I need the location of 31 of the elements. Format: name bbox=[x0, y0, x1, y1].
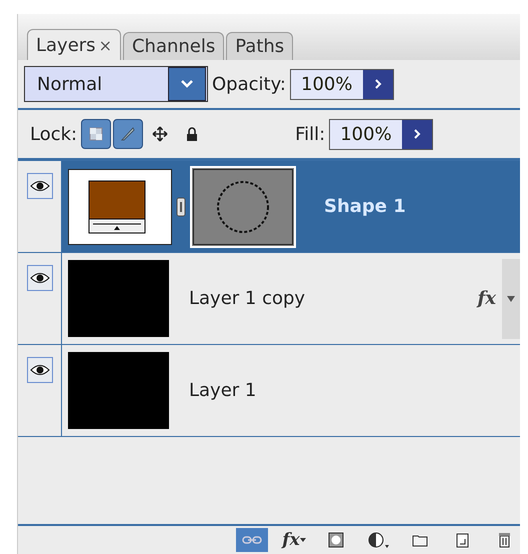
panel-tab[interactable]: Paths bbox=[226, 32, 294, 60]
layer-name: Layer 1 bbox=[189, 380, 256, 401]
brush-lock-button[interactable] bbox=[113, 119, 144, 149]
brush-icon bbox=[119, 125, 138, 143]
opacity-label: Opacity: bbox=[212, 74, 286, 94]
chain-icon[interactable] bbox=[176, 196, 186, 218]
opacity-field[interactable]: 100% bbox=[290, 68, 394, 100]
layer-name: Layer 1 copy bbox=[189, 288, 306, 309]
panel-tab[interactable]: Layers × bbox=[27, 29, 121, 60]
close-icon[interactable]: × bbox=[98, 36, 112, 54]
link-button[interactable] bbox=[236, 528, 268, 552]
blend-mode-dropdown[interactable]: Normal bbox=[24, 66, 208, 102]
eye-icon[interactable] bbox=[26, 357, 52, 383]
panel-tab[interactable]: Channels bbox=[122, 32, 224, 60]
fill-field[interactable]: 100% bbox=[329, 118, 434, 150]
lock-label: Lock: bbox=[30, 124, 78, 144]
layer-row[interactable]: Layer 1 copy fx bbox=[62, 253, 520, 344]
checker-lock-button[interactable] bbox=[81, 119, 112, 149]
effects-badge[interactable]: fx bbox=[478, 288, 496, 309]
layer-name: Shape 1 bbox=[324, 196, 406, 217]
checkerboard-icon bbox=[87, 125, 106, 143]
eye-icon[interactable] bbox=[26, 173, 52, 199]
fill-label: Fill: bbox=[295, 124, 326, 144]
half-circle-icon bbox=[366, 531, 390, 549]
eye-icon[interactable] bbox=[26, 265, 52, 291]
layer-row[interactable]: Layer 1 bbox=[62, 345, 520, 436]
layer-row[interactable]: Shape 1 bbox=[62, 161, 520, 252]
effects-button[interactable]: fx bbox=[278, 528, 310, 552]
caret-icon bbox=[300, 538, 306, 542]
chevron-icon bbox=[168, 67, 206, 101]
move-icon bbox=[151, 125, 170, 143]
